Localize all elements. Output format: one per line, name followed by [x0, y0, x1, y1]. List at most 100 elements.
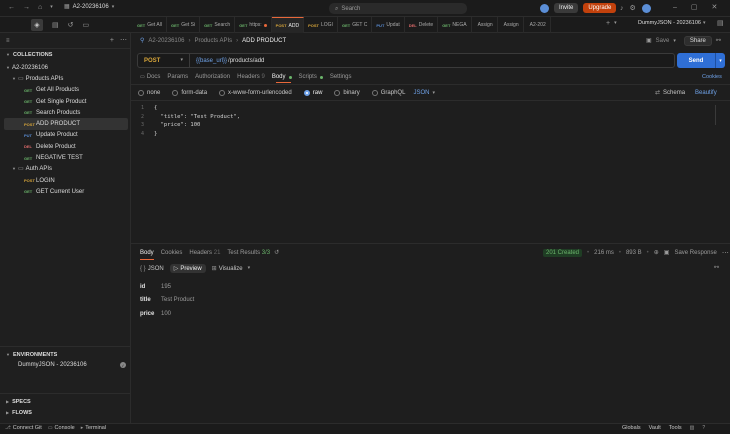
tab-8[interactable]: DEL Delete: [405, 16, 439, 34]
folder-icon[interactable]: ▭: [83, 22, 90, 29]
radio-none[interactable]: none: [138, 90, 160, 96]
tab-response-headers[interactable]: Headers 21: [189, 250, 220, 256]
collections-icon[interactable]: ◈: [31, 19, 43, 31]
format-select[interactable]: JSON ▾: [413, 90, 435, 96]
invite-button[interactable]: Invite: [554, 3, 579, 13]
environment-selector[interactable]: DummyJSON - 20236106 ▾: [638, 20, 706, 26]
workspace-switcher[interactable]: ▦ A2-20236106 ▾: [64, 4, 114, 10]
sidebar-request-item[interactable]: POST ADD PRODUCT: [4, 118, 128, 130]
save-button[interactable]: Save: [656, 38, 670, 44]
view-visualize[interactable]: ⊞ Visualize ▾: [212, 265, 250, 273]
field-value[interactable]: 195: [161, 284, 171, 290]
method-select[interactable]: POST ▾: [138, 54, 190, 67]
sidebar-request-item[interactable]: GET GET Current User: [4, 186, 128, 197]
collections-header[interactable]: ▼ COLLECTIONS: [6, 52, 52, 58]
tab-test-results[interactable]: Test Results 3/3: [227, 250, 270, 256]
home-icon[interactable]: ⌂: [38, 4, 42, 11]
back-icon[interactable]: ←: [8, 4, 15, 11]
tab-menu-icon[interactable]: ▾: [614, 21, 617, 26]
sidebar-request-item[interactable]: GET NEGATIVE TEST: [4, 152, 128, 163]
cookies-link[interactable]: Cookies: [702, 74, 722, 80]
upgrade-button[interactable]: Upgrade: [583, 3, 617, 13]
environment-settings-icon[interactable]: ▤: [717, 20, 724, 27]
share-button[interactable]: Share: [683, 36, 712, 46]
tools-button[interactable]: Tools: [669, 425, 682, 431]
more-icon[interactable]: ⋯: [120, 37, 127, 44]
tab-7[interactable]: PUT Updat: [372, 16, 405, 34]
radio-binary[interactable]: binary: [334, 90, 360, 96]
editor-scrollbar[interactable]: [715, 105, 720, 125]
filter-icon[interactable]: ≡: [6, 38, 10, 44]
bell-icon[interactable]: ♪: [620, 5, 624, 12]
tab-headers[interactable]: Headers 9: [237, 74, 265, 80]
tab-response-body[interactable]: Body: [140, 250, 154, 256]
chevron-down-icon[interactable]: ▾: [673, 38, 676, 44]
sidebar-request-item[interactable]: GET Get All Products: [4, 85, 128, 96]
new-tab-icon[interactable]: +: [606, 20, 610, 27]
tab-2[interactable]: GET Search: [200, 16, 236, 34]
tab-1[interactable]: GET Get Si: [167, 16, 201, 34]
sidebar-request-item[interactable]: GET Get Single Product: [4, 96, 128, 107]
tab-response-cookies[interactable]: Cookies: [161, 250, 183, 256]
response-time[interactable]: 216 ms: [594, 250, 614, 256]
tab-docs[interactable]: Docs: [147, 74, 161, 80]
search-input[interactable]: ⌕ Search: [329, 3, 467, 14]
radio-form-data[interactable]: form-data: [172, 90, 207, 96]
environment-item[interactable]: DummyJSON - 20236106 ✓: [18, 362, 126, 368]
avatar[interactable]: [641, 4, 651, 13]
sidebar-request-item[interactable]: GET Search Products: [4, 107, 128, 118]
link-icon[interactable]: ⚯: [716, 38, 721, 44]
url-input[interactable]: {{base_url}} /products/add: [190, 58, 264, 64]
collection-item[interactable]: ▼ A2-20236106: [4, 62, 128, 73]
environments-header[interactable]: ▼ ENVIRONMENTS: [6, 352, 57, 358]
send-options-button[interactable]: ▾: [715, 53, 725, 68]
save-response-button[interactable]: Save Response: [674, 250, 716, 256]
tab-5[interactable]: POST LOGI: [304, 16, 338, 34]
help-icon[interactable]: ?: [702, 425, 705, 431]
maximize-icon[interactable]: ▢: [691, 4, 698, 11]
tab-authorization[interactable]: Authorization: [195, 74, 230, 80]
vault-button[interactable]: Vault: [649, 425, 661, 431]
sidebar-request-item[interactable]: DEL Delete Product: [4, 141, 128, 152]
tab-body[interactable]: Body: [272, 74, 292, 80]
radio-raw[interactable]: raw: [303, 90, 322, 96]
folder-auth[interactable]: ▼ ▭ Auth APIs: [4, 164, 128, 175]
tab-12[interactable]: A2-202: [524, 16, 551, 34]
chevron-down-icon[interactable]: ▾: [50, 5, 53, 10]
tab-3[interactable]: GET https:: [235, 16, 272, 34]
console-button[interactable]: ▭ Console: [48, 425, 75, 431]
sidebar-request-item[interactable]: PUT Update Product: [4, 130, 128, 141]
flows-header[interactable]: ▶ FLOWS: [6, 410, 32, 416]
gear-icon[interactable]: ⚙: [630, 5, 636, 12]
network-icon[interactable]: ⊕: [654, 250, 659, 256]
tab-settings[interactable]: Settings: [330, 74, 352, 80]
link-icon[interactable]: ⚯: [714, 265, 719, 271]
tab-6[interactable]: GET GET C: [338, 16, 373, 34]
close-icon[interactable]: ✕: [712, 4, 718, 11]
tab-9[interactable]: GET NEGA: [438, 16, 472, 34]
history-icon[interactable]: ↺: [68, 22, 74, 29]
field-value[interactable]: 100: [161, 311, 171, 317]
add-icon[interactable]: +: [110, 37, 114, 44]
globals-button[interactable]: Globals: [622, 425, 641, 431]
field-value[interactable]: Test Product: [161, 297, 194, 303]
environments-icon[interactable]: ▤: [52, 22, 59, 29]
tab-params[interactable]: Params: [167, 74, 188, 80]
sidebar-request-item[interactable]: POST LOGIN: [4, 175, 128, 186]
response-size[interactable]: 893 B: [626, 250, 642, 256]
minimize-icon[interactable]: –: [673, 4, 677, 11]
more-icon[interactable]: ⋯: [722, 250, 729, 257]
code-editor[interactable]: 1{2 "title": "Test Product", 3 "price": 1…: [131, 104, 730, 244]
history-icon[interactable]: ↺: [274, 250, 279, 256]
terminal-button[interactable]: ▸ Terminal: [81, 425, 106, 431]
send-button[interactable]: Send: [677, 53, 715, 68]
view-preview[interactable]: ▷ Preview: [169, 264, 206, 273]
tab-0[interactable]: GET Get All: [133, 16, 167, 34]
beautify-button[interactable]: Beautify: [695, 90, 717, 96]
breadcrumb-collection[interactable]: A2-20236106: [148, 38, 184, 44]
view-json[interactable]: { } JSON: [140, 266, 164, 272]
breadcrumb-folder[interactable]: Products APIs: [194, 38, 232, 44]
tab-scripts[interactable]: Scripts: [299, 74, 323, 80]
folder-products[interactable]: ▼ ▭ Products APIs: [4, 73, 128, 84]
tab-10[interactable]: Assign: [472, 16, 498, 34]
